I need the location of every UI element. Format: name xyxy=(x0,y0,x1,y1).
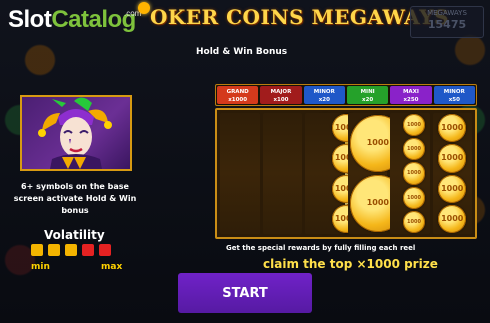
jackpot-name: MINI xyxy=(360,89,375,95)
jackpot-label: MINOR x50 xyxy=(433,86,475,104)
coin-symbol: 1000 xyxy=(402,114,426,137)
coin-symbol: 1000 xyxy=(402,138,426,161)
jackpot-label: MAXI x250 xyxy=(390,86,432,104)
volatility-indicator xyxy=(31,244,126,258)
jackpot-name: MINOR xyxy=(313,89,335,95)
jackpot-label: MINI x20 xyxy=(346,86,389,104)
claim-prize-text: claim the top ×1000 prize xyxy=(263,257,438,271)
jackpot-name: MAJOR xyxy=(270,89,292,95)
coin-symbol: 1000 xyxy=(402,210,426,233)
jackpot-labels-row: GRAND x1000 MAJOR x100 MINOR x20 MINI x20 MAXI x2… xyxy=(215,84,477,106)
jackpot-value: x20 xyxy=(318,97,330,103)
reward-info-text: Get the special rewards by fully filling… xyxy=(226,244,416,252)
start-button[interactable]: START xyxy=(178,273,312,313)
game-title: OKER COINS MEGAWAYS xyxy=(150,5,449,29)
reel: 1000 1000 1000 1000 xyxy=(432,113,472,234)
reel: 1000100010001000100010001000 xyxy=(220,113,354,234)
volatility-dot xyxy=(65,244,77,256)
bonus-title: Hold & Win Bonus xyxy=(196,47,288,57)
jackpot-label: GRAND x1000 xyxy=(217,86,259,104)
coin-symbol: 1000 xyxy=(438,174,467,203)
logo-slot-text: Slot xyxy=(8,6,52,33)
reel: 1000 1000 xyxy=(347,113,407,234)
slotcatalog-logo: SlotCatalog xyxy=(8,6,136,34)
jackpot-label: MAJOR x100 xyxy=(260,86,302,104)
jackpot-name: MINOR xyxy=(443,89,465,95)
jackpot-label: MINOR x20 xyxy=(303,86,345,104)
jackpot-value: x250 xyxy=(403,97,419,103)
jackpot-name: MAXI xyxy=(402,89,419,95)
volatility-title: Volatility xyxy=(44,228,105,242)
coin-symbol: 1000 xyxy=(402,162,426,185)
reel: 1000 1000 1000 1000 xyxy=(305,113,361,234)
coin-symbol: 1000 xyxy=(438,204,467,233)
volatility-dot xyxy=(48,244,60,256)
volatility-dot xyxy=(99,244,111,256)
reel: 10001000100010001000 xyxy=(390,113,430,234)
megaways-counter: MEGAWAYS 15475 xyxy=(410,6,484,38)
jackpot-value: x50 xyxy=(448,97,460,103)
volatility-dot xyxy=(31,244,43,256)
coin-symbol: 1000 xyxy=(402,186,426,209)
volatility-max-label: max xyxy=(101,262,123,272)
reel: 10001000100010001000 xyxy=(262,113,336,234)
jackpot-name: GRAND xyxy=(226,89,249,95)
megaways-count: 15475 xyxy=(427,18,467,31)
coin-symbol: 1000 xyxy=(438,114,467,143)
jackpot-value: x1000 xyxy=(228,97,248,103)
volatility-dot xyxy=(82,244,94,256)
volatility-min-label: min xyxy=(31,262,50,272)
bonus-description: 6+ symbols on the base screen activate H… xyxy=(13,182,137,215)
jackpot-value: x20 xyxy=(362,97,374,103)
crown-gem-icon xyxy=(138,2,150,14)
jackpot-value: x100 xyxy=(273,97,289,103)
jester-symbol-image xyxy=(20,95,132,171)
jester-face-icon xyxy=(38,97,112,169)
coin-symbol: 1000 xyxy=(438,144,467,173)
hold-and-win-grid: 1000 1000 1000 1000 1000 1000 1000 1000 1000 1000… xyxy=(215,108,477,239)
